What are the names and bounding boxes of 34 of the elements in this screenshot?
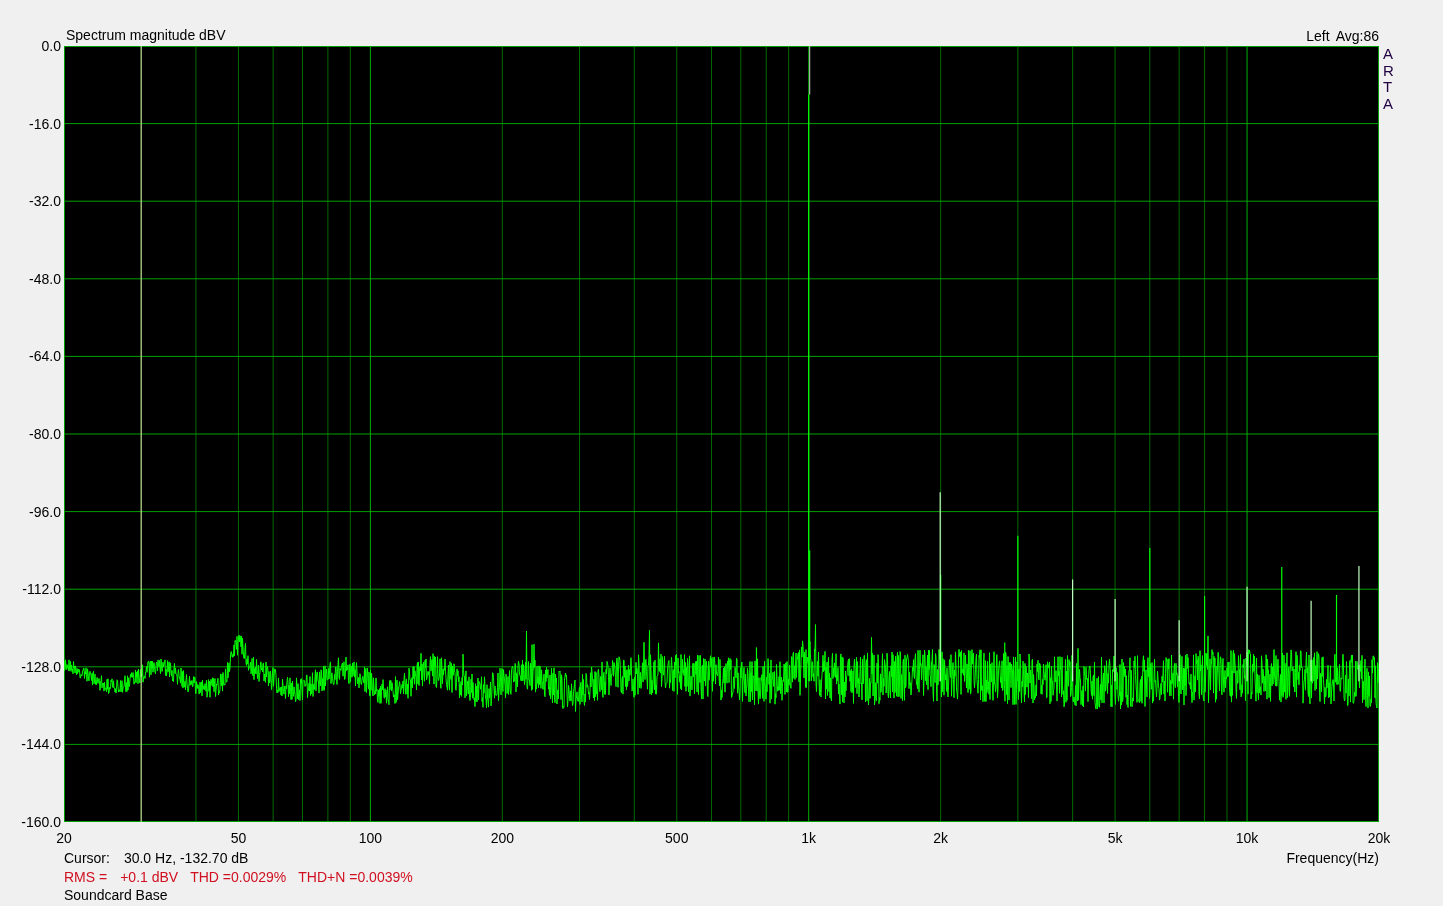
cursor-label: Cursor: <box>64 849 110 868</box>
thd-n-value: THD+N =0.0039% <box>298 868 413 887</box>
x-axis-label: Frequency(Hz) <box>1286 849 1379 868</box>
rms-label: RMS = <box>64 868 108 887</box>
y-axis-tick-label: -64.0 <box>29 349 61 364</box>
y-axis-tick-label: -128.0 <box>21 659 61 674</box>
x-axis-tick-label: 200 <box>490 831 514 845</box>
x-axis-tick-label: 20k <box>1367 831 1391 845</box>
rms-value: +0.1 dBV <box>120 868 179 887</box>
x-axis-tick-label: 2k <box>933 831 949 845</box>
brand-label: ARTA <box>1383 46 1395 112</box>
y-axis-tick-label: -48.0 <box>29 271 61 286</box>
y-axis-tick-label: 0.0 <box>41 39 61 53</box>
y-axis-tick-label: -112.0 <box>22 582 61 597</box>
x-axis-tick-label: 5k <box>1107 831 1123 845</box>
y-axis-tick-label: -32.0 <box>29 194 61 209</box>
x-axis-tick-label: 500 <box>665 831 689 845</box>
x-axis-tick-label: 20 <box>56 831 72 845</box>
chart-title: Spectrum magnitude dBV <box>66 26 226 45</box>
y-axis-tick-label: -16.0 <box>29 116 61 131</box>
channel-label: Left <box>1306 27 1330 46</box>
average-count: Avg:86 <box>1335 27 1379 46</box>
caption-text: Soundcard Base <box>64 886 168 905</box>
y-axis-tick-label: -160.0 <box>21 815 61 829</box>
x-axis-tick-label: 100 <box>358 831 383 845</box>
cursor-readout: 30.0 Hz, -132.70 dB <box>123 849 249 868</box>
y-axis-tick-label: -80.0 <box>29 427 61 441</box>
cursor-line[interactable] <box>140 46 142 822</box>
x-axis-tick-label: 10k <box>1235 831 1259 845</box>
thd-value: THD =0.0029% <box>190 868 287 887</box>
y-axis-tick-label: -96.0 <box>29 504 61 519</box>
x-axis-tick-label: 50 <box>230 831 247 845</box>
y-axis-tick-label: -144.0 <box>21 737 61 752</box>
x-axis-tick-label: 1k <box>801 831 817 845</box>
